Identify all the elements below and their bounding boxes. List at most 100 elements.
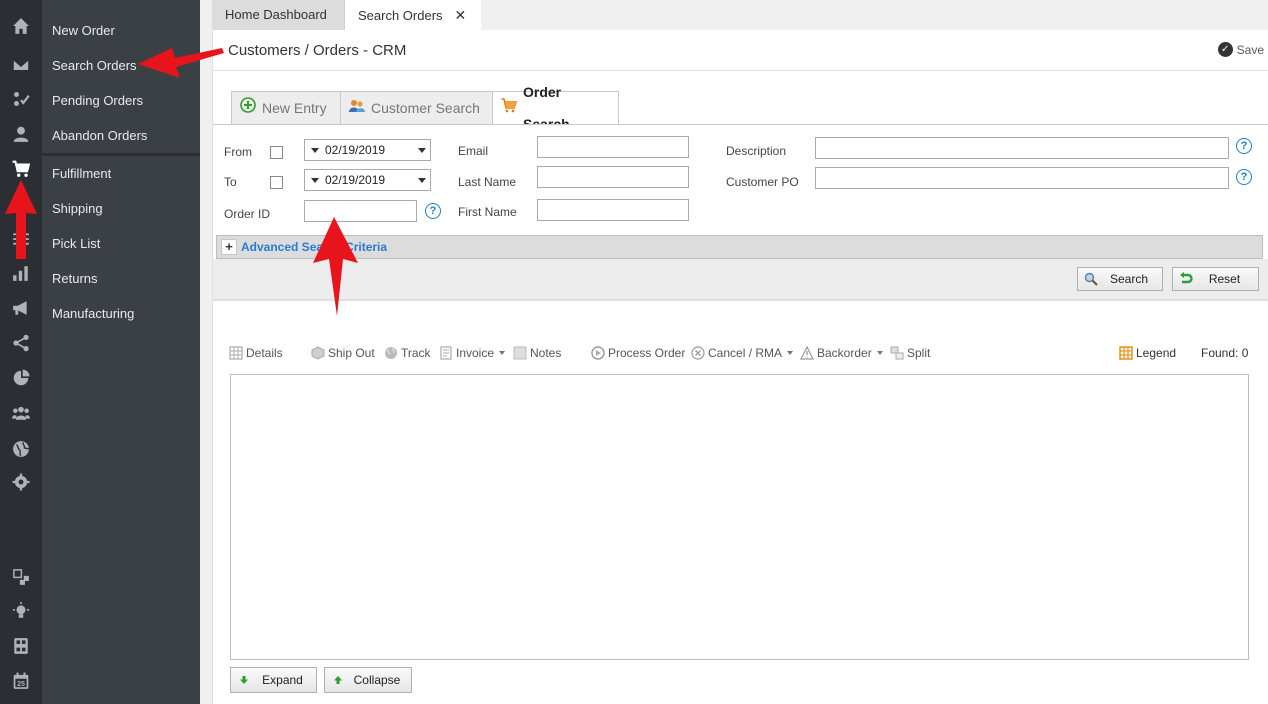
settings-icon[interactable] (0, 468, 42, 496)
user-icon[interactable] (0, 120, 42, 148)
subnav-abandon-orders[interactable]: Abandon Orders (42, 119, 200, 153)
search-button[interactable]: Search (1077, 267, 1163, 291)
close-icon[interactable]: ✕ (455, 0, 467, 30)
collapse-button[interactable]: Collapse (324, 667, 412, 693)
tasks-icon[interactable] (0, 85, 42, 113)
subnav-fulfillment[interactable]: Fulfillment (42, 157, 200, 191)
notes-label: Notes (530, 346, 562, 360)
magnifier-icon (1084, 272, 1098, 286)
tab-search-label: Search Orders (358, 8, 443, 23)
last-name-label: Last Name (458, 175, 517, 189)
to-date-value: 02/19/2019 (325, 173, 386, 187)
windows-icon[interactable] (0, 563, 42, 591)
mail-icon[interactable] (0, 51, 42, 79)
grid-toolbar: Details Ship Out Track Invoice Notes Pro… (213, 342, 1268, 364)
first-name-input[interactable] (537, 199, 689, 221)
subnav-pick-list[interactable]: Pick List (42, 227, 200, 261)
last-name-input[interactable] (537, 166, 689, 188)
tab-home-dashboard[interactable]: Home Dashboard (212, 0, 345, 30)
save-label: Save (1236, 42, 1264, 57)
reset-button-label: Reset (1208, 272, 1241, 286)
subnav-shipping[interactable]: Shipping (42, 192, 200, 226)
split-label: Split (907, 346, 931, 360)
tab-customer-search-label: Customer Search (371, 100, 480, 116)
process-order-label: Process Order (608, 346, 686, 360)
tab-search-orders[interactable]: Search Orders ✕ (345, 0, 481, 30)
email-label: Email (458, 144, 489, 158)
tab-customer-search[interactable]: Customer Search (340, 91, 493, 125)
advanced-search-bar[interactable]: + Advanced Search Criteria (216, 235, 1263, 259)
subnav-search-orders[interactable]: Search Orders (42, 49, 200, 83)
pie-chart-icon[interactable] (0, 364, 42, 392)
plus-circle-icon (240, 92, 256, 124)
chevron-down-icon[interactable] (418, 148, 426, 153)
chevron-down-icon[interactable] (876, 351, 883, 355)
help-icon[interactable]: ? (425, 203, 441, 219)
ship-out-button[interactable]: Ship Out (311, 344, 375, 362)
save-button[interactable]: ✓ Save (1217, 42, 1264, 57)
page-title: Customers / Orders - CRM (228, 42, 407, 59)
order-id-input[interactable] (304, 200, 417, 222)
to-checkbox[interactable] (270, 176, 283, 189)
invoice-button[interactable]: Invoice (439, 344, 506, 362)
details-button[interactable]: Details (229, 344, 283, 362)
home-icon[interactable] (0, 12, 42, 40)
content-panel: Customers / Orders - CRM ✓ Save New Entr… (212, 30, 1268, 704)
sliders-icon[interactable] (0, 225, 42, 253)
split-icon (890, 346, 904, 360)
from-date-picker[interactable]: 02/19/2019 (304, 139, 431, 161)
calendar-icon[interactable]: 25 (0, 667, 42, 695)
subnav-manufacturing[interactable]: Manufacturing (42, 297, 200, 331)
details-label: Details (246, 346, 283, 360)
megaphone-icon[interactable] (0, 294, 42, 322)
description-input[interactable] (815, 137, 1229, 159)
tab-order-search[interactable]: Order Search (492, 84, 619, 132)
chevron-down-icon[interactable] (787, 351, 794, 355)
group-icon[interactable] (0, 399, 42, 427)
track-button[interactable]: Track (384, 344, 431, 362)
cart-icon (501, 92, 518, 124)
grid-icon (229, 346, 243, 360)
tab-new-entry-label: New Entry (262, 100, 327, 116)
calculator-icon[interactable] (0, 632, 42, 660)
legend-button[interactable]: Legend (1119, 344, 1176, 362)
subnav-new-order[interactable]: New Order (42, 14, 200, 48)
email-input[interactable] (537, 136, 689, 158)
expand-plus-icon[interactable]: + (221, 239, 237, 255)
collapse-label: Collapse (353, 673, 401, 687)
bar-chart-icon[interactable] (0, 259, 42, 287)
cart-icon[interactable] (0, 155, 42, 183)
chevron-down-icon[interactable] (499, 351, 506, 355)
chevron-down-icon[interactable] (418, 178, 426, 183)
customer-po-input[interactable] (815, 167, 1229, 189)
backorder-button[interactable]: Backorder (800, 344, 883, 362)
tab-new-entry[interactable]: New Entry (231, 91, 341, 125)
cancel-rma-button[interactable]: Cancel / RMA (691, 344, 794, 362)
process-order-button[interactable]: Process Order (591, 344, 685, 362)
process-icon (591, 346, 605, 360)
results-grid[interactable] (230, 374, 1249, 660)
globe-icon[interactable] (0, 435, 42, 463)
arrow-down-icon (237, 673, 251, 687)
caret-down-icon (311, 148, 319, 153)
subnav-returns[interactable]: Returns (42, 262, 200, 296)
to-label: To (224, 175, 237, 189)
advanced-search-link[interactable]: Advanced Search Criteria (241, 240, 387, 254)
help-icon[interactable]: ? (1236, 138, 1252, 154)
lightbulb-icon[interactable] (0, 597, 42, 625)
expand-button[interactable]: Expand (230, 667, 317, 693)
help-icon[interactable]: ? (1236, 169, 1252, 185)
split-button[interactable]: Split (890, 344, 930, 362)
track-label: Track (401, 346, 431, 360)
subnav-pending-orders[interactable]: Pending Orders (42, 84, 200, 118)
notes-button[interactable]: Notes (513, 344, 561, 362)
from-date-value: 02/19/2019 (325, 143, 386, 157)
main-area: Home Dashboard Search Orders ✕ Customers … (200, 0, 1268, 704)
from-checkbox[interactable] (270, 146, 283, 159)
search-form: From 02/19/2019 To 02/19/2019 Order ID ?… (213, 125, 1268, 235)
to-date-picker[interactable]: 02/19/2019 (304, 169, 431, 191)
reset-button[interactable]: Reset (1172, 267, 1259, 291)
cancel-circle-icon (691, 346, 705, 360)
share-icon[interactable] (0, 329, 42, 357)
expand-label: Expand (262, 673, 303, 687)
